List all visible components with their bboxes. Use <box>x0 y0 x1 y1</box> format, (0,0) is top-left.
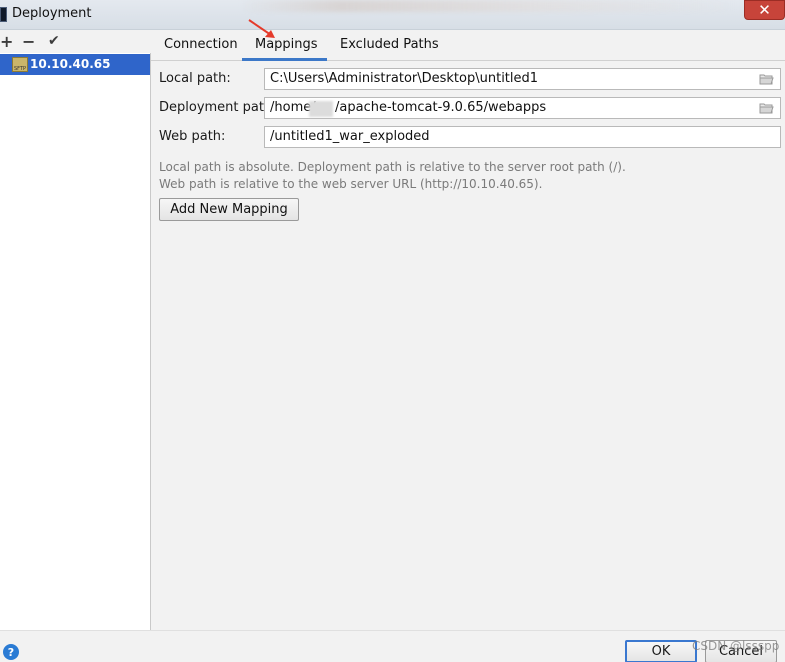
local-path-field[interactable]: C:\Users\Administrator\Desktop\untitled1 <box>264 68 781 90</box>
check-icon[interactable]: ✔ <box>48 33 60 49</box>
server-toolbar: + − ✔ <box>0 31 150 53</box>
background-window-blur <box>240 0 740 12</box>
hint-line-2: Web path is relative to the web server U… <box>159 177 543 191</box>
app-icon <box>0 7 7 22</box>
server-list: SFTP 10.10.40.65 <box>0 53 151 630</box>
tab-excluded-paths[interactable]: Excluded Paths <box>340 37 439 52</box>
hint-line-1: Local path is absolute. Deployment path … <box>159 160 626 174</box>
tab-connection[interactable]: Connection <box>164 37 238 52</box>
folder-icon[interactable] <box>759 102 774 114</box>
ok-button[interactable]: OK <box>625 640 697 662</box>
server-label: 10.10.40.65 <box>30 57 111 71</box>
server-item[interactable]: SFTP 10.10.40.65 <box>0 54 150 75</box>
redacted-username <box>309 101 333 117</box>
active-tab-indicator <box>242 58 327 61</box>
deployment-path-field[interactable]: /home/ /apache-tomcat-9.0.65/webapps <box>264 97 781 119</box>
folder-icon[interactable] <box>759 73 774 85</box>
local-path-label: Local path: <box>159 71 231 86</box>
sftp-server-icon: SFTP <box>12 57 28 72</box>
help-icon[interactable]: ? <box>3 644 19 660</box>
deployment-path-label: Deployment path: <box>159 100 277 115</box>
close-button[interactable]: ✕ <box>744 0 785 20</box>
local-path-value: C:\Users\Administrator\Desktop\untitled1 <box>270 71 539 86</box>
web-path-value: /untitled1_war_exploded <box>270 129 430 144</box>
add-icon[interactable]: + <box>0 32 13 51</box>
deployment-path-suffix: /apache-tomcat-9.0.65/webapps <box>335 100 547 115</box>
watermark: CSDN @lssspp <box>692 639 780 653</box>
web-path-field[interactable]: /untitled1_war_exploded <box>264 126 781 148</box>
remove-icon[interactable]: − <box>22 32 35 51</box>
window-title: Deployment <box>12 6 92 21</box>
web-path-label: Web path: <box>159 129 226 144</box>
add-new-mapping-button[interactable]: Add New Mapping <box>159 198 299 221</box>
annotation-arrow-icon <box>248 19 275 38</box>
title-bar: Deployment ✕ <box>0 0 785 30</box>
